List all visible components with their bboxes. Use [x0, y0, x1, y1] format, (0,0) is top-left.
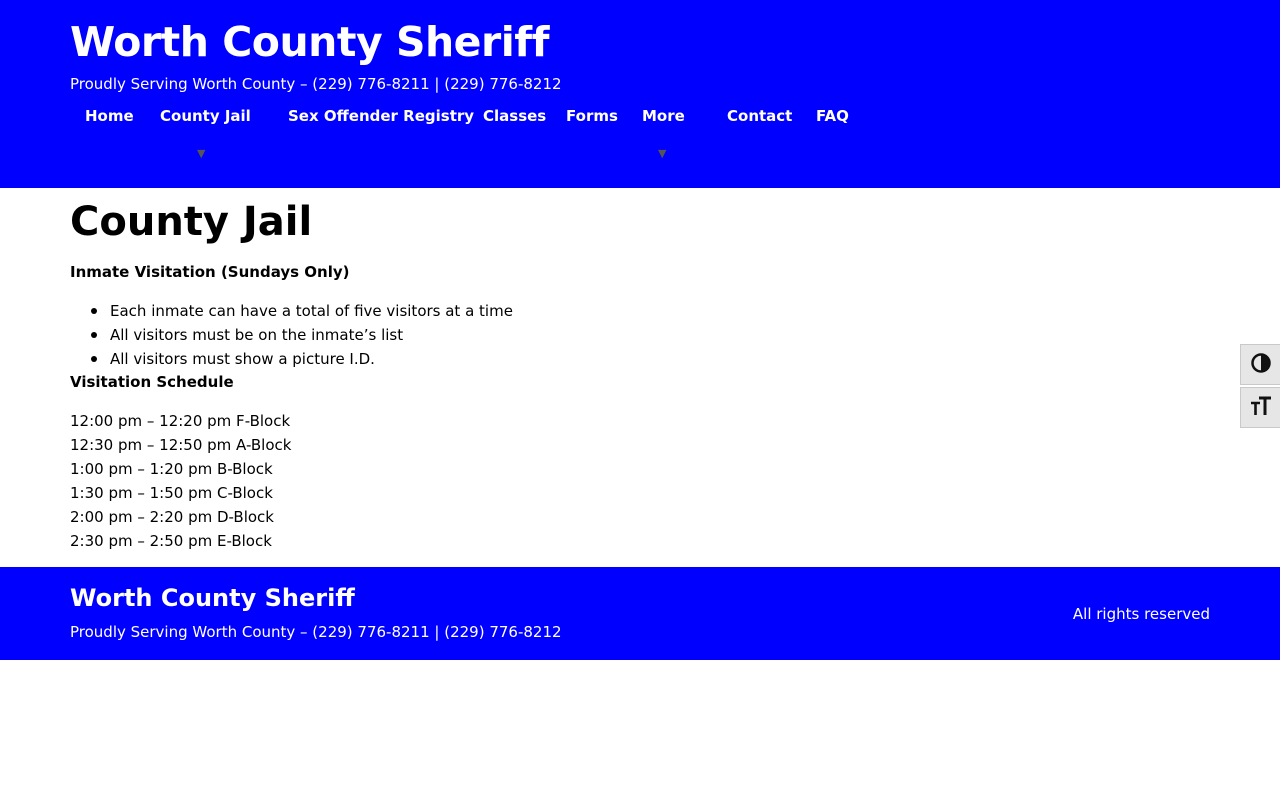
footer-tagline: Proudly Serving Worth County – (229) 776… — [70, 623, 562, 641]
high-contrast-button[interactable] — [1240, 344, 1280, 385]
footer-site-title: Worth County Sheriff — [70, 584, 355, 612]
list-item: Each inmate can have a total of five vis… — [70, 299, 513, 323]
schedule-entry: 12:30 pm – 12:50 pm A-Block — [70, 436, 292, 454]
visitation-rules-list: Each inmate can have a total of five vis… — [70, 299, 513, 371]
font-resize-button[interactable] — [1240, 387, 1280, 428]
site-header: Worth County Sheriff Proudly Serving Wor… — [0, 0, 1280, 188]
chevron-down-icon[interactable]: ▼ — [197, 148, 205, 160]
schedule-entry: 1:30 pm – 1:50 pm C-Block — [70, 484, 273, 502]
site-title[interactable]: Worth County Sheriff — [70, 16, 549, 68]
contrast-icon — [1250, 352, 1272, 378]
nav-item-home[interactable]: Home — [85, 104, 134, 128]
list-item: All visitors must show a picture I.D. — [70, 347, 513, 371]
nav-item-contact[interactable]: Contact — [727, 104, 792, 128]
nav-item-classes[interactable]: Classes — [483, 104, 546, 128]
nav-item-county-jail[interactable]: County Jail — [160, 104, 251, 128]
footer-rights: All rights reserved — [1072, 605, 1210, 623]
schedule-entry: 2:00 pm – 2:20 pm D-Block — [70, 508, 274, 526]
visitation-heading: Inmate Visitation (Sundays Only) — [70, 263, 350, 281]
schedule-entry: 12:00 pm – 12:20 pm F-Block — [70, 412, 291, 430]
visitation-schedule: 12:00 pm – 12:20 pm F-Block 12:30 pm – 1… — [70, 409, 291, 553]
accessibility-toolbar — [1240, 344, 1280, 428]
schedule-entry: 1:00 pm – 1:20 pm B-Block — [70, 460, 273, 478]
schedule-entry: 2:30 pm – 2:50 pm E-Block — [70, 532, 272, 550]
chevron-down-icon[interactable]: ▼ — [658, 148, 666, 160]
nav-item-more[interactable]: More — [642, 104, 685, 128]
nav-item-forms[interactable]: Forms — [566, 104, 618, 128]
nav-item-faq[interactable]: FAQ — [816, 104, 849, 128]
font-resize-icon — [1250, 395, 1272, 421]
site-tagline: Proudly Serving Worth County – (229) 776… — [70, 75, 562, 93]
schedule-heading: Visitation Schedule — [70, 373, 234, 391]
site-footer: Worth County Sheriff Proudly Serving Wor… — [0, 567, 1280, 660]
nav-item-sex-offender-registry[interactable]: Sex Offender Registry — [288, 104, 474, 128]
list-item: All visitors must be on the inmate’s lis… — [70, 323, 513, 347]
page-title: County Jail — [70, 199, 313, 245]
